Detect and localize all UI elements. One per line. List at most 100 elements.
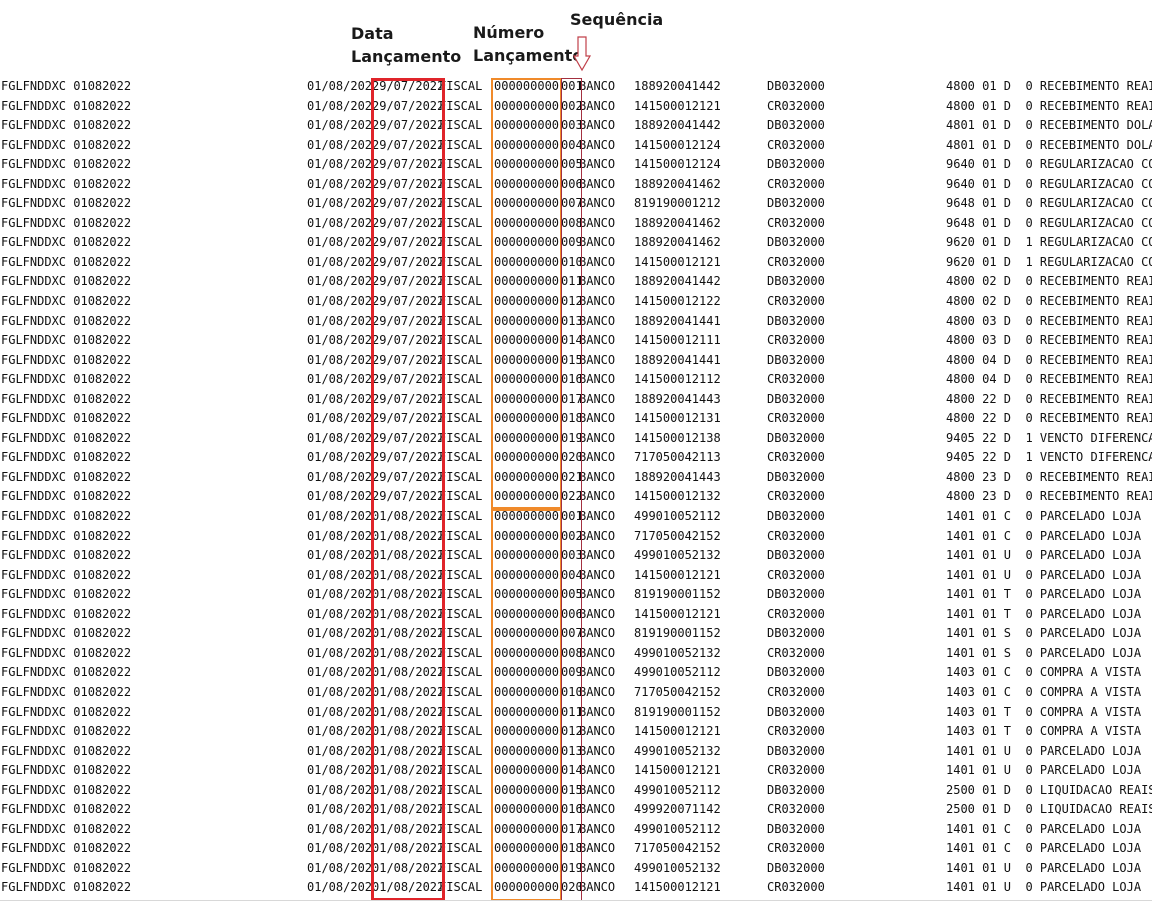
source-cell: BANCO: [579, 176, 616, 191]
file-name-cell: FGLFNDDXC 01082022: [1, 606, 132, 621]
processing-date-cell: 01/08/2022: [307, 79, 372, 93]
account-cell: 717050042152: [634, 528, 721, 543]
detail-cell: 4801 01 D 0 RECEBIMENTO DOLAR: [946, 137, 1152, 152]
detail-cell: 4801 01 D 0 RECEBIMENTO DOLAR: [946, 118, 1152, 133]
file-name-cell: FGLFNDDXC 01082022: [1, 704, 132, 719]
origin-cell: FISCAL: [439, 782, 483, 797]
source-cell: BANCO: [579, 372, 616, 387]
debit-credit-cell: CR032000: [767, 254, 825, 269]
file-name-cell: FGLFNDDXC 01082022: [1, 626, 132, 641]
detail-cell: 4800 02 D 0 RECEBIMENTO REAIS: [946, 274, 1152, 289]
origin-cell: FISCAL: [439, 176, 483, 191]
detail-cell: 1403 01 T 0 COMPRA A VISTA: [946, 724, 1142, 739]
account-cell: 141500012121: [634, 567, 721, 582]
processing-date-cell: 01/08/2022: [307, 606, 372, 621]
file-name-cell: FGLFNDDXC 01082022: [1, 567, 132, 582]
source-cell: BANCO: [579, 743, 616, 758]
source-cell: BANCO: [579, 509, 616, 524]
file-name-cell: FGLFNDDXC 01082022: [1, 118, 132, 133]
source-cell: BANCO: [579, 450, 616, 465]
origin-cell: FISCAL: [439, 235, 483, 250]
file-name-cell: FGLFNDDXC 01082022: [1, 548, 132, 563]
origin-cell: FISCAL: [439, 509, 483, 524]
processing-date-cell: 01/08/2022: [307, 411, 372, 426]
processing-date-cell: 01/08/2022: [307, 450, 372, 465]
detail-cell: 1401 01 U 0 PARCELADO LOJA: [946, 743, 1142, 758]
origin-cell: FISCAL: [439, 724, 483, 739]
processing-date-cell: 01/08/2022: [307, 645, 372, 660]
account-cell: 188920041442: [634, 118, 721, 133]
account-cell: 499920071142: [634, 802, 721, 817]
account-cell: 141500012112: [634, 372, 721, 387]
source-cell: BANCO: [579, 333, 616, 348]
debit-credit-cell: CR032000: [767, 333, 825, 348]
debit-credit-cell: CR032000: [767, 606, 825, 621]
account-cell: 141500012122: [634, 294, 721, 309]
file-name-cell: FGLFNDDXC 01082022: [1, 79, 132, 93]
source-cell: BANCO: [579, 215, 616, 230]
detail-cell: 1401 01 U 0 PARCELADO LOJA: [946, 763, 1142, 778]
account-cell: 717050042152: [634, 684, 721, 699]
processing-date-cell: 01/08/2022: [307, 880, 372, 895]
origin-cell: FISCAL: [439, 333, 483, 348]
numero-lancamento-highlight-1: [491, 78, 562, 509]
file-name-cell: FGLFNDDXC 01082022: [1, 782, 132, 797]
processing-date-cell: 01/08/2022: [307, 118, 372, 133]
debit-credit-cell: DB032000: [767, 430, 825, 445]
down-arrow-icon: [572, 36, 592, 72]
processing-date-cell: 01/08/2022: [307, 509, 372, 524]
source-cell: BANCO: [579, 841, 616, 856]
processing-date-cell: 01/08/2022: [307, 802, 372, 817]
processing-date-cell: 01/08/2022: [307, 528, 372, 543]
sequencia-annotation: Sequência: [570, 10, 664, 29]
source-cell: BANCO: [579, 821, 616, 836]
origin-cell: FISCAL: [439, 841, 483, 856]
file-name-cell: FGLFNDDXC 01082022: [1, 665, 132, 680]
source-cell: BANCO: [579, 469, 616, 484]
processing-date-cell: 01/08/2022: [307, 157, 372, 172]
source-cell: BANCO: [579, 274, 616, 289]
account-cell: 499010052112: [634, 665, 721, 680]
detail-cell: 9620 01 D 1 REGULARIZACAO CONT: [946, 235, 1152, 250]
processing-date-cell: 01/08/2022: [307, 215, 372, 230]
account-cell: 819190001152: [634, 704, 721, 719]
file-name-cell: FGLFNDDXC 01082022: [1, 450, 132, 465]
origin-cell: FISCAL: [439, 645, 483, 660]
account-cell: 188920041442: [634, 79, 721, 93]
debit-credit-cell: DB032000: [767, 782, 825, 797]
processing-date-cell: 01/08/2022: [307, 743, 372, 758]
account-cell: 141500012121: [634, 606, 721, 621]
file-name-cell: FGLFNDDXC 01082022: [1, 372, 132, 387]
file-name-cell: FGLFNDDXC 01082022: [1, 528, 132, 543]
detail-cell: 4800 01 D 0 RECEBIMENTO REAIS: [946, 79, 1152, 93]
source-cell: BANCO: [579, 782, 616, 797]
source-cell: BANCO: [579, 626, 616, 641]
debit-credit-cell: CR032000: [767, 802, 825, 817]
account-cell: 188920041443: [634, 469, 721, 484]
debit-credit-cell: DB032000: [767, 352, 825, 367]
detail-cell: 9640 01 D 0 REGULARIZACAO CONT: [946, 176, 1152, 191]
account-cell: 819190001152: [634, 587, 721, 602]
source-cell: BANCO: [579, 430, 616, 445]
detail-cell: 9620 01 D 1 REGULARIZACAO CONT: [946, 254, 1152, 269]
account-cell: 717050042113: [634, 450, 721, 465]
data-lancamento-highlight: [371, 78, 445, 901]
account-cell: 499010052132: [634, 743, 721, 758]
file-name-cell: FGLFNDDXC 01082022: [1, 333, 132, 348]
detail-cell: 4800 23 D 0 RECEBIMENTO REAIS: [946, 469, 1152, 484]
account-cell: 499010052112: [634, 509, 721, 524]
detail-cell: 1401 01 T 0 PARCELADO LOJA: [946, 606, 1142, 621]
account-cell: 141500012121: [634, 254, 721, 269]
detail-cell: 1401 01 S 0 PARCELADO LOJA: [946, 626, 1142, 641]
debit-credit-cell: DB032000: [767, 665, 825, 680]
debit-credit-cell: DB032000: [767, 860, 825, 875]
detail-cell: 4800 22 D 0 RECEBIMENTO REAIS: [946, 411, 1152, 426]
origin-cell: FISCAL: [439, 196, 483, 211]
numero-lancamento-annotation: Número Lançamento: [473, 23, 584, 65]
processing-date-cell: 01/08/2022: [307, 489, 372, 504]
origin-cell: FISCAL: [439, 528, 483, 543]
origin-cell: FISCAL: [439, 391, 483, 406]
detail-cell: 1401 01 C 0 PARCELADO LOJA: [946, 528, 1142, 543]
account-cell: 141500012131: [634, 411, 721, 426]
account-cell: 188920041441: [634, 352, 721, 367]
